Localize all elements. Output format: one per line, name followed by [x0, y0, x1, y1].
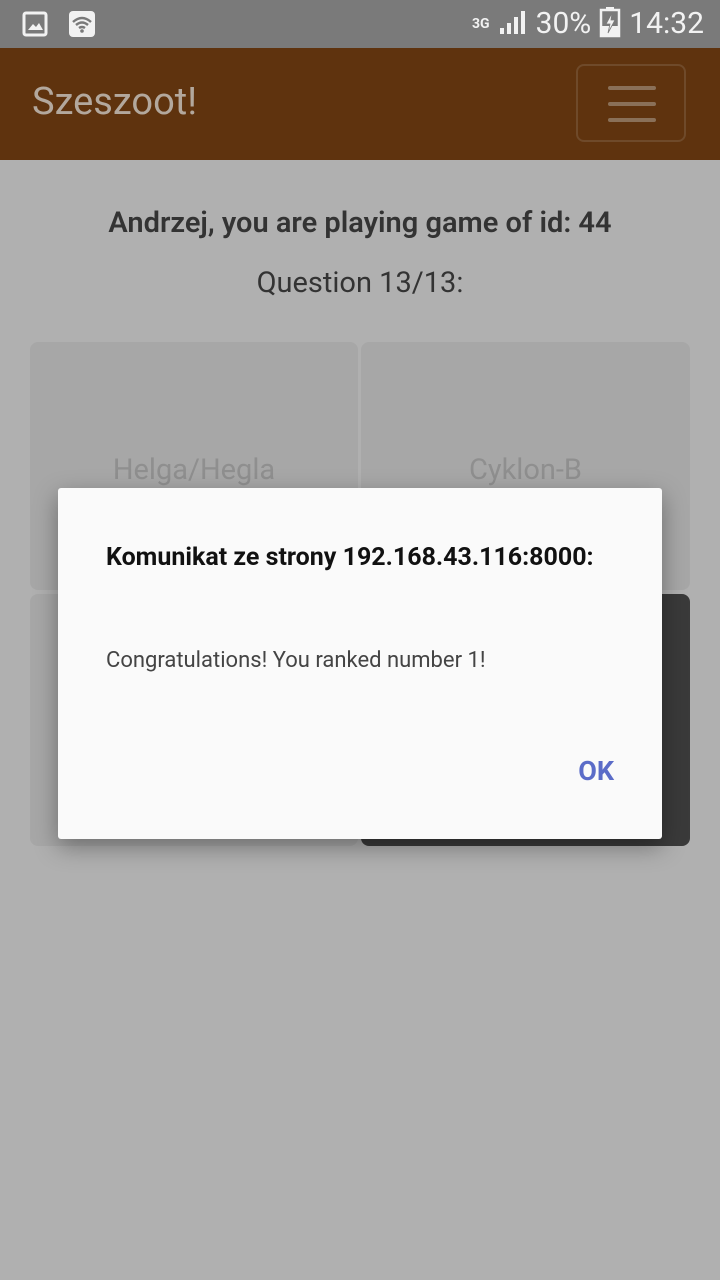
battery-percent: 30%	[535, 6, 592, 41]
battery-charging-icon	[599, 6, 621, 42]
brand-title[interactable]: Szeszoot!	[32, 80, 197, 124]
network-type-label: 3G	[472, 16, 490, 32]
answer-label: Cyklon-B	[469, 453, 582, 487]
wifi-icon	[68, 10, 96, 42]
answer-label: Helga/Hegla	[112, 453, 276, 487]
signal-icon	[498, 8, 528, 40]
game-heading: Andrzej, you are playing game of id: 44	[108, 206, 612, 240]
navbar: Szeszoot!	[0, 48, 720, 160]
dialog-title: Komunikat ze strony 192.168.43.116:8000:	[106, 543, 594, 572]
image-icon	[22, 11, 48, 41]
ok-button[interactable]: OK	[578, 755, 614, 787]
question-counter: Question 13/13:	[256, 266, 464, 300]
clock: 14:32	[629, 6, 704, 41]
status-bar: 3G 30% 14:32	[0, 0, 720, 48]
hamburger-menu-icon[interactable]	[576, 64, 686, 142]
alert-dialog: Komunikat ze strony 192.168.43.116:8000:…	[58, 488, 662, 839]
dialog-message: Congratulations! You ranked number 1!	[106, 648, 486, 673]
